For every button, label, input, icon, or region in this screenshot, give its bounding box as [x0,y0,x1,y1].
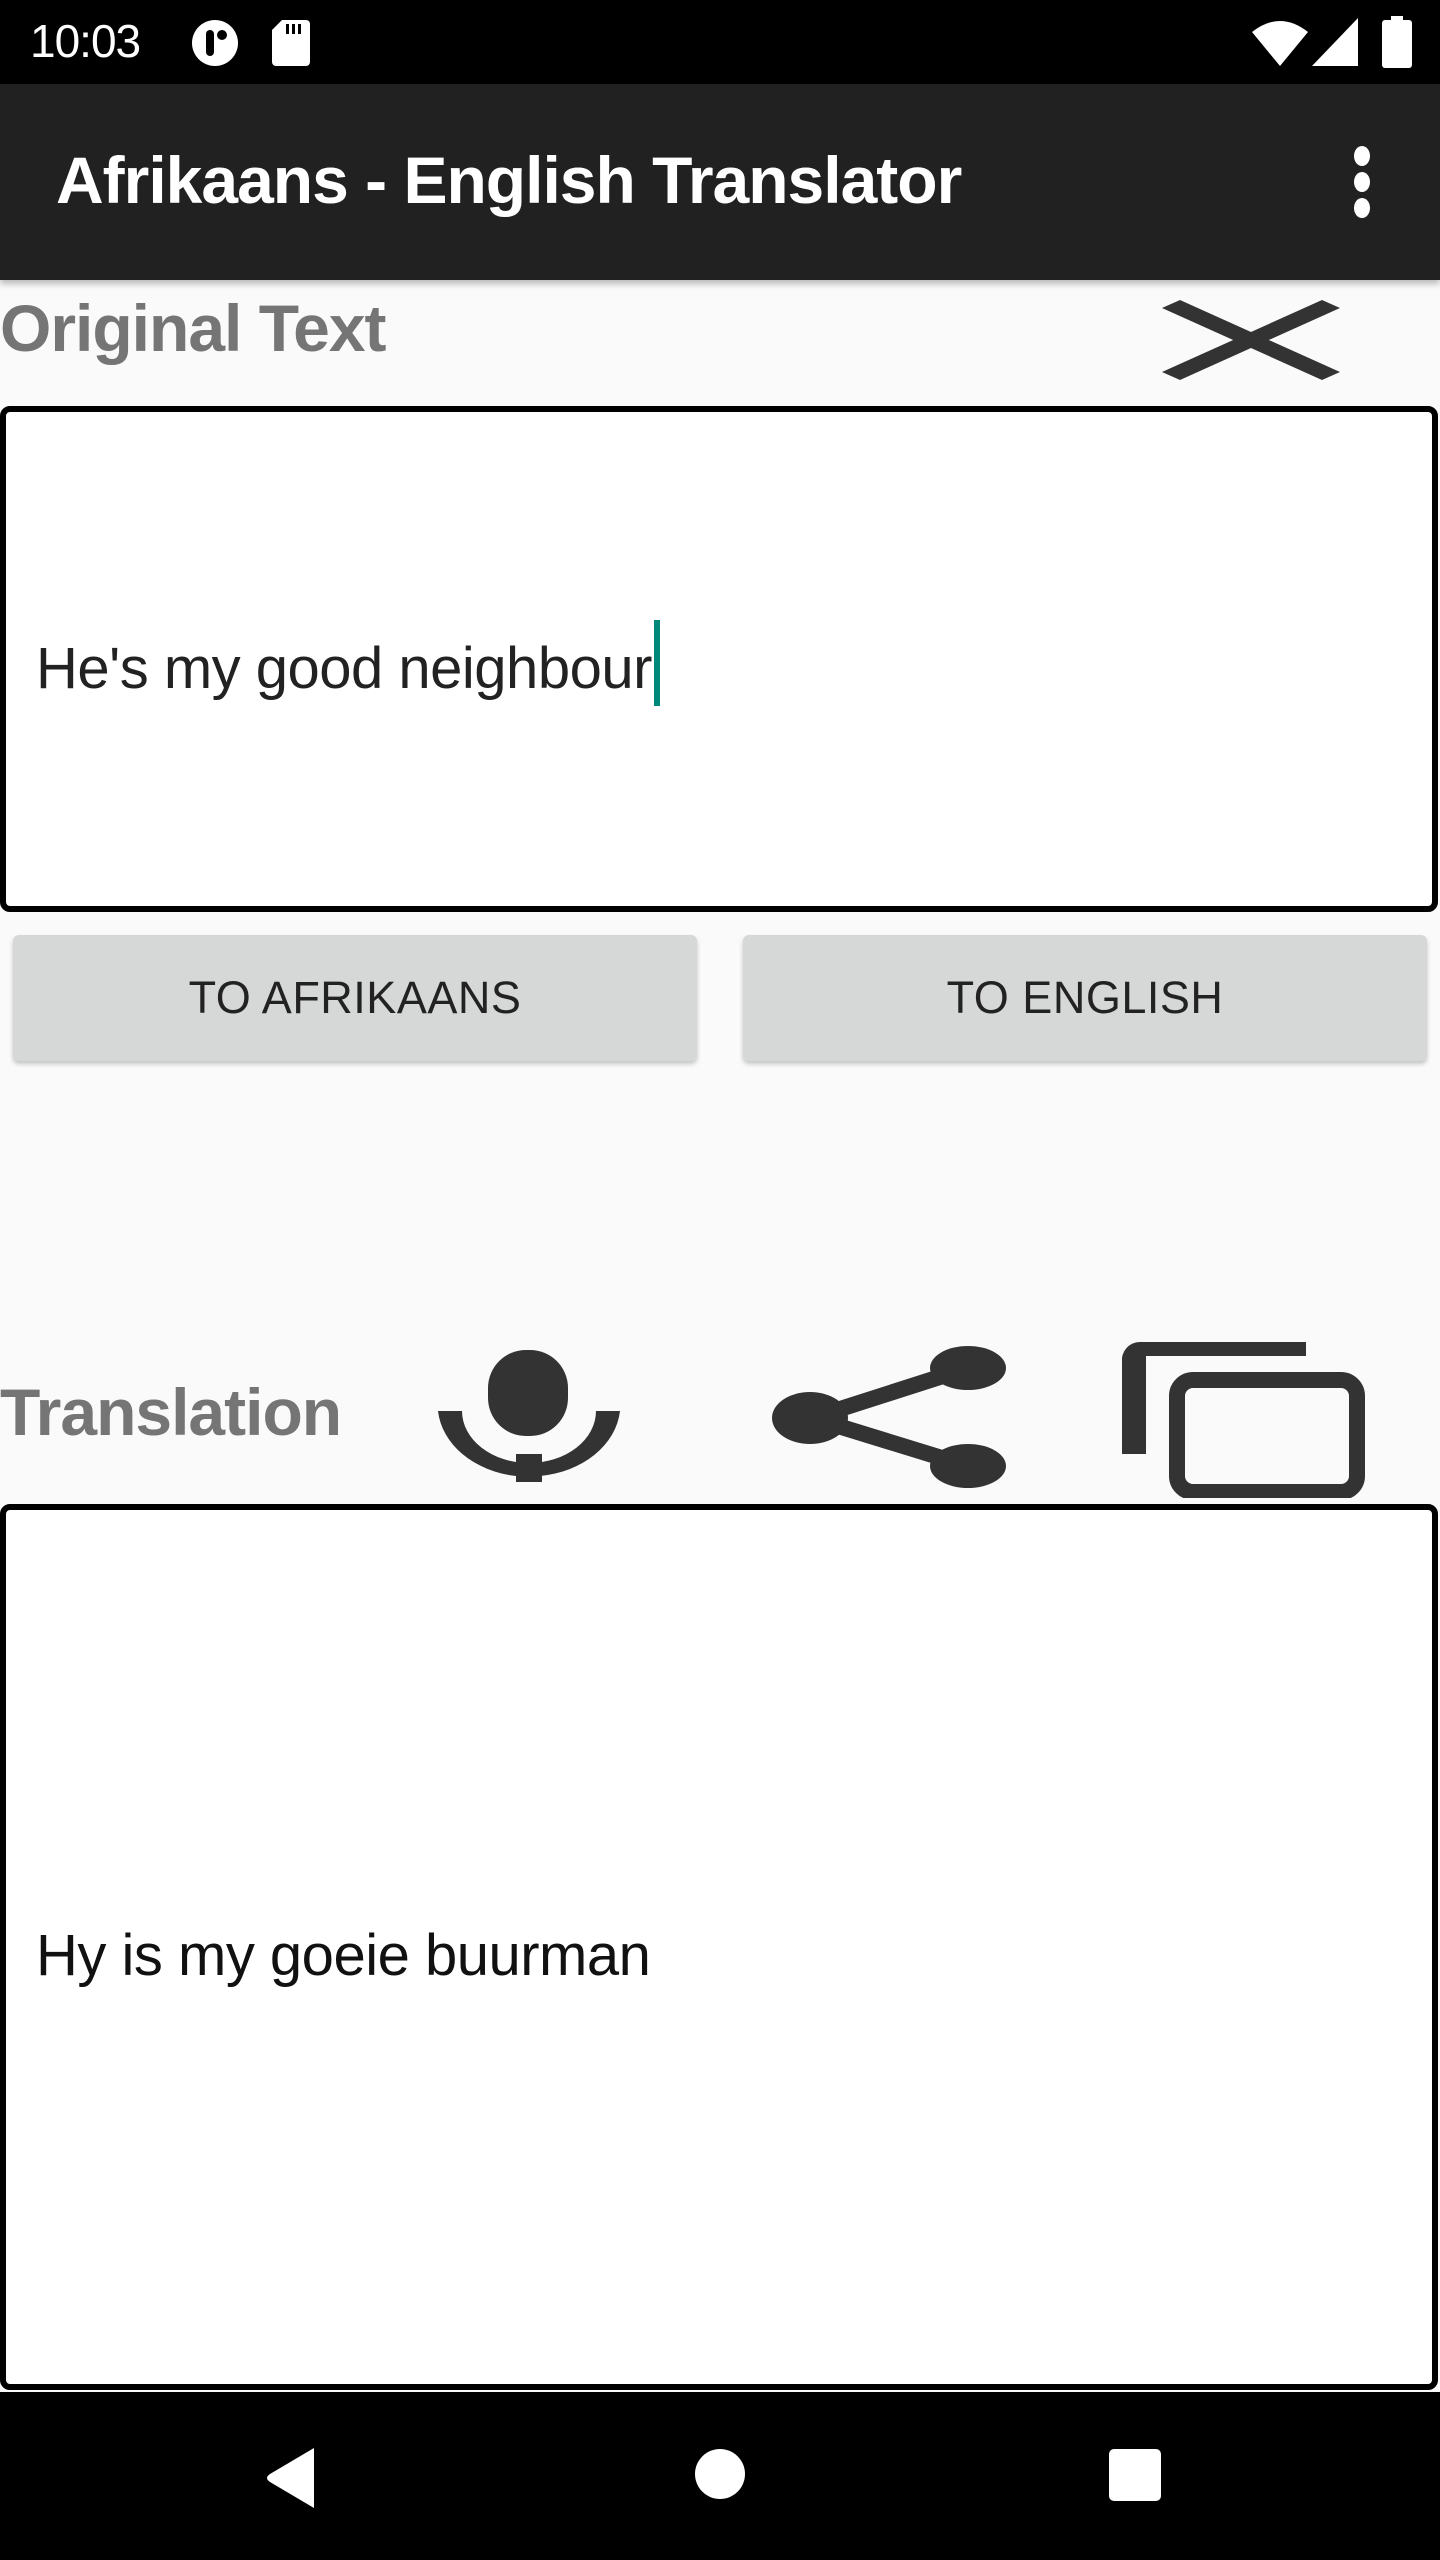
back-icon [267,2448,314,2508]
copy-icon [1121,1341,1365,1500]
recents-button[interactable] [1108,2448,1162,2502]
original-text-label: Original Text [0,291,387,365]
share-icon [772,1346,1006,1488]
copy-button[interactable] [1121,1341,1370,1500]
recents-icon [1109,2449,1161,2501]
clear-icon [1162,300,1340,380]
translation-value: Hy is my goeie buurman [36,1923,651,1988]
battery-icon [1382,16,1412,68]
share-button[interactable] [772,1346,1008,1488]
home-icon [695,2449,745,2499]
home-button[interactable] [694,2448,746,2500]
translation-output[interactable]: Hy is my goeie buurman [0,1504,1438,2390]
navigation-bar [0,2392,1440,2560]
translation-label: Translation [0,1375,342,1449]
mic-icon [438,1350,620,1482]
more-vert-icon [1354,146,1370,218]
app-bar: Afrikaans - English Translator [0,84,1440,280]
to-afrikaans-button[interactable]: TO AFRIKAANS [13,935,697,1061]
wifi-icon [1252,21,1308,66]
notification-app-icon [192,20,238,66]
original-text-input[interactable]: He's my good neighbour [0,406,1438,912]
mic-button[interactable] [436,1346,622,1482]
sd-card-icon [272,20,310,66]
app-title: Afrikaans - English Translator [56,143,962,217]
cell-signal-icon [1312,18,1358,66]
original-text-value: He's my good neighbour [36,636,652,701]
to-english-button[interactable]: TO ENGLISH [743,935,1427,1061]
back-button[interactable] [262,2446,326,2510]
status-bar: 10:03 [0,0,1440,84]
text-cursor [653,620,660,706]
clear-button[interactable] [1150,300,1350,388]
overflow-menu-button[interactable] [1330,144,1394,220]
status-time: 10:03 [30,15,141,67]
